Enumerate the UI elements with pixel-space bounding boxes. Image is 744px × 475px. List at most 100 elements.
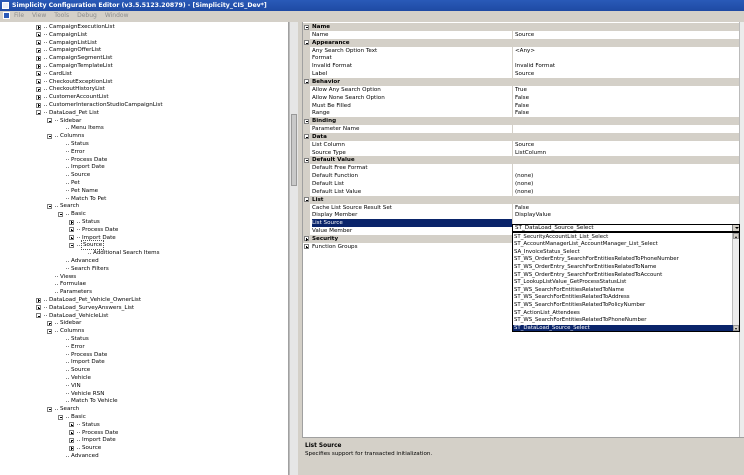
tree-node[interactable]: Import Date [0, 163, 288, 171]
tree-node[interactable]: Vehicle RSN [0, 390, 288, 398]
expand-icon[interactable] [69, 430, 74, 436]
dropdown-option[interactable]: SA_InvoiceStatus_Select [513, 249, 733, 257]
collapse-icon[interactable] [58, 414, 63, 420]
column-divider[interactable] [512, 172, 513, 181]
column-divider[interactable] [512, 125, 513, 134]
tree-node[interactable]: CampaignTemplateList [0, 62, 288, 70]
property-value[interactable] [515, 54, 737, 62]
property-value[interactable]: False [515, 94, 737, 102]
expand-icon[interactable] [36, 32, 41, 38]
property-category[interactable]: Default Value [303, 156, 739, 165]
tree-node[interactable]: Parameters [0, 288, 288, 296]
property-row[interactable]: Range False [303, 109, 739, 118]
property-category[interactable]: Appearance [303, 38, 739, 47]
property-category[interactable]: Name [303, 23, 739, 31]
property-row[interactable]: Cache List Source Result Set False [303, 203, 739, 212]
property-value[interactable] [515, 125, 737, 133]
tree-node[interactable]: Pet [0, 179, 288, 187]
menu-debug[interactable]: Debug [73, 11, 101, 21]
tree-node[interactable]: Sidebar [0, 319, 288, 327]
list-source-dropdown[interactable]: ST_SecurityAccountList_List_Select ST_Acc… [512, 232, 740, 332]
property-value[interactable]: DisplayValue [515, 211, 737, 219]
column-divider[interactable] [512, 140, 513, 149]
dropdown-option[interactable]: ST_WS_SearchForEntitiesRelatedToName [513, 287, 733, 295]
property-row[interactable]: Display Member DisplayValue [303, 211, 739, 220]
property-value[interactable]: (none) [515, 188, 737, 196]
tree-node[interactable]: CampaignOfferList [0, 46, 288, 54]
property-category[interactable]: List [303, 195, 739, 204]
expand-icon[interactable] [36, 305, 41, 311]
tree-node[interactable]: DataLoad_Pet_Vehicle_OwnerList [0, 296, 288, 304]
collapse-icon[interactable] [47, 406, 52, 412]
tree-node[interactable]: CampaignList [0, 31, 288, 39]
tree-node[interactable]: Import Date [0, 436, 288, 444]
property-row[interactable]: Must Be Filled False [303, 101, 739, 110]
tree-node[interactable]: DataLoad_SurveyAnswers_List [0, 304, 288, 312]
tree-node[interactable]: Additional Search Items [0, 249, 288, 257]
tree-node[interactable]: Advanced [0, 452, 288, 460]
collapse-icon[interactable] [36, 110, 41, 116]
tree-scrollbar-thumb[interactable] [291, 114, 297, 186]
property-category[interactable]: Behavior [303, 77, 739, 86]
dropdown-option[interactable]: ST_WS_SearchForEntitiesRelatedToPhoneNum… [513, 317, 733, 325]
dropdown-option[interactable]: ST_WS_OrderEntry_SearchForEntitiesRelate… [513, 264, 733, 272]
collapse-icon[interactable] [47, 203, 52, 209]
property-row[interactable]: List Column Source [303, 140, 739, 149]
tree-node[interactable]: CheckoutHistoryList [0, 85, 288, 93]
tree-node[interactable]: Pet Name [0, 187, 288, 195]
tree-node[interactable]: Process Date [0, 429, 288, 437]
dropdown-scrollbar[interactable] [732, 233, 739, 331]
tree-node[interactable]: Error [0, 148, 288, 156]
property-value[interactable]: False [515, 109, 737, 117]
property-value[interactable]: False [515, 204, 737, 212]
expand-icon[interactable] [69, 445, 74, 451]
expand-icon[interactable] [69, 227, 74, 233]
collapse-icon[interactable] [304, 134, 309, 140]
property-value[interactable]: False [515, 102, 737, 110]
tree-node[interactable]: Formulae [0, 280, 288, 288]
expand-icon[interactable] [36, 79, 41, 85]
tree-node[interactable]: Basic [0, 413, 288, 421]
dropdown-option[interactable]: ST_DataLoad_Source_Select [513, 324, 733, 331]
expand-icon[interactable] [69, 422, 74, 428]
collapse-icon[interactable] [304, 118, 309, 124]
expand-icon[interactable] [304, 244, 309, 250]
tree-node[interactable]: DataLoad_VehicleList [0, 312, 288, 320]
collapse-icon[interactable] [304, 157, 309, 163]
tree-node[interactable]: CampaignExecutionList [0, 23, 288, 31]
property-row[interactable]: Label Source [303, 70, 739, 79]
expand-icon[interactable] [36, 40, 41, 46]
dropdown-option[interactable]: ST_WS_SearchForEntitiesRelatedToAddress [513, 294, 733, 302]
tree-node[interactable]: Import Date [0, 234, 288, 242]
expand-icon[interactable] [36, 24, 41, 30]
property-row[interactable]: Format [303, 54, 739, 63]
tree-node[interactable]: Source [0, 171, 288, 179]
property-row[interactable]: Default List Value (none) [303, 187, 739, 196]
property-value[interactable]: Source [515, 141, 737, 149]
dropdown-option[interactable]: ST_WS_OrderEntry_SearchForEntitiesRelate… [513, 272, 733, 280]
expand-icon[interactable] [36, 102, 41, 108]
tree-node[interactable]: Source [0, 444, 288, 452]
column-divider[interactable] [512, 180, 513, 188]
tree-node[interactable]: Process Date [0, 351, 288, 359]
tree-node[interactable]: Search Filters [0, 265, 288, 273]
menu-view[interactable]: View [28, 11, 50, 21]
tree-node[interactable]: Menu Items [0, 124, 288, 132]
expand-icon[interactable] [304, 236, 309, 242]
collapse-icon[interactable] [47, 118, 52, 124]
dropdown-option[interactable]: ST_AccountManagerList_AccountManager_Lis… [513, 241, 733, 249]
scroll-up-icon[interactable] [733, 233, 739, 239]
list-source-combobox[interactable]: ST_DataLoad_Source_Select [512, 224, 740, 232]
property-value[interactable]: Source [515, 70, 737, 78]
column-divider[interactable] [512, 70, 513, 79]
expand-icon[interactable] [47, 320, 52, 326]
property-row[interactable]: Allow None Search Option False [303, 93, 739, 102]
tree-node[interactable]: CustomerAccountList [0, 93, 288, 101]
property-row[interactable]: Default Function (none) [303, 172, 739, 181]
tree-node[interactable]: Import Date [0, 358, 288, 366]
property-row[interactable]: Default List (none) [303, 180, 739, 188]
expand-icon[interactable] [36, 47, 41, 53]
tree-node[interactable]: Advanced [0, 257, 288, 265]
property-value[interactable]: (none) [515, 172, 737, 180]
property-category[interactable]: Data [303, 132, 739, 141]
